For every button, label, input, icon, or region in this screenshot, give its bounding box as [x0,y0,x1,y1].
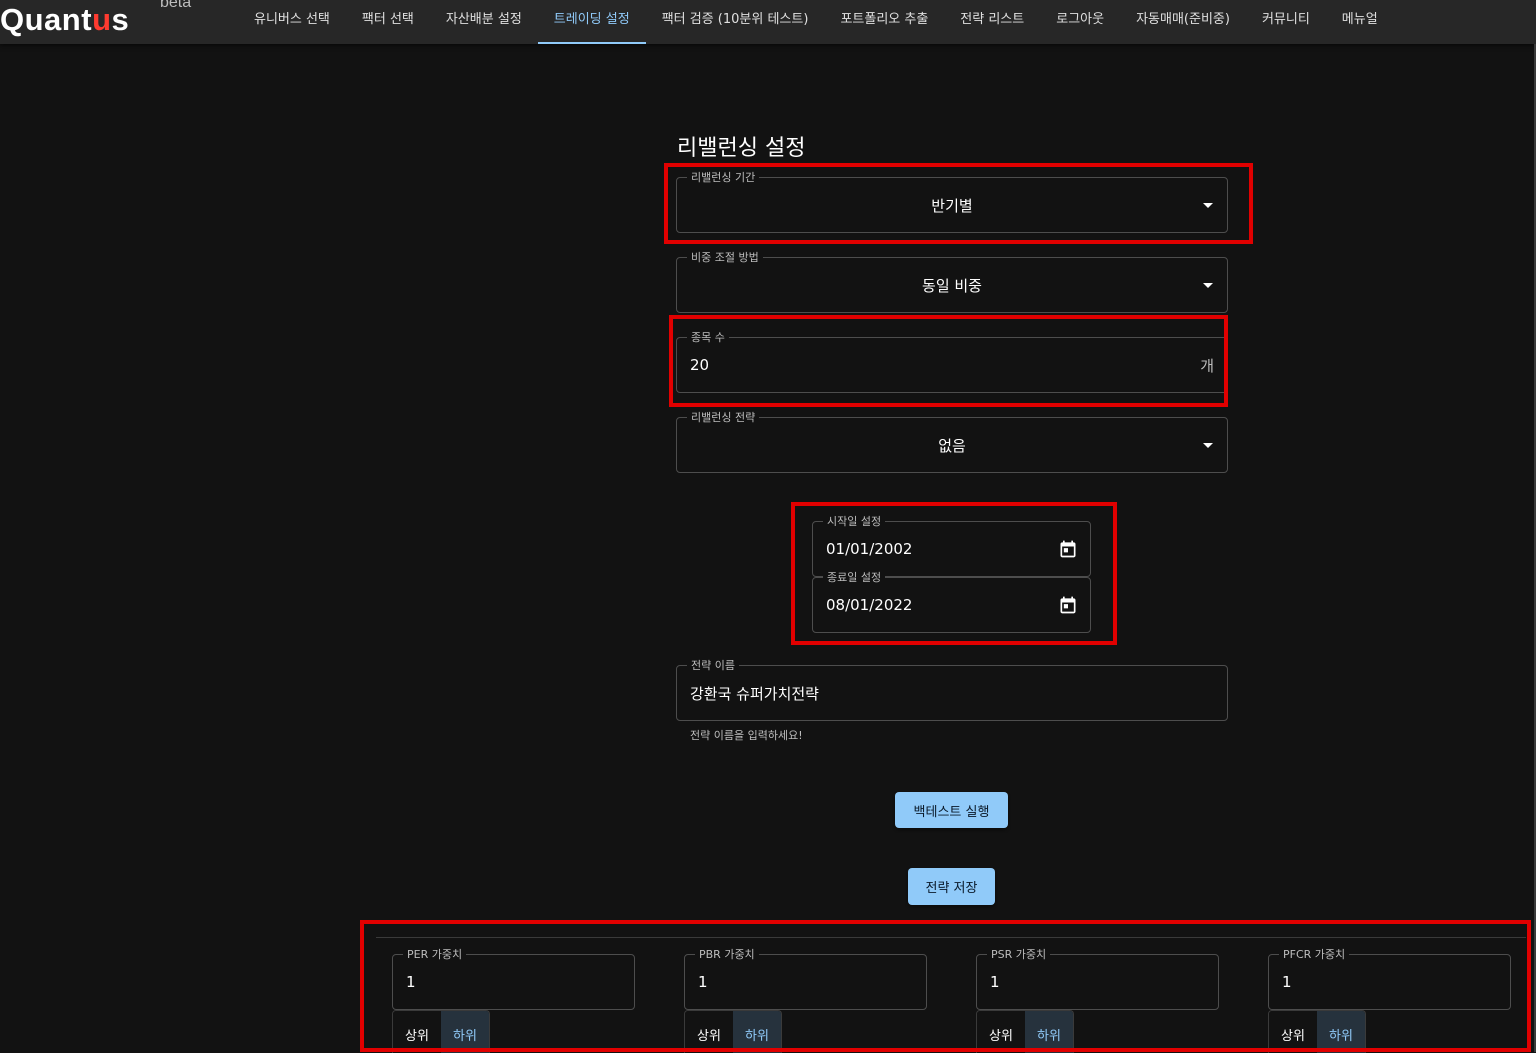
nav-auto-trading[interactable]: 자동매매(준비중) [1120,0,1246,42]
nav-portfolio[interactable]: 포트폴리오 추출 [824,0,944,42]
chevron-down-icon [1203,443,1213,448]
end-date-picker[interactable]: 종료일 설정 08/01/2022 [812,569,1091,633]
nav-strategy-list[interactable]: 전략 리스트 [944,0,1040,42]
input-value: 강환국 슈퍼가치전략 [690,684,819,703]
calendar-icon[interactable] [1058,539,1078,559]
input-value: 20 [690,356,710,374]
toggle-lower[interactable]: 하위 [441,1011,489,1053]
weight-method-select[interactable]: 비중 조절 방법 동일 비중 [676,249,1228,313]
nav-universe[interactable]: 유니버스 선택 [238,0,346,42]
quantus-logo[interactable]: Quantus beta [0,0,210,44]
input-value: 1 [990,973,1000,991]
run-backtest-button[interactable]: 백테스트 실행 [895,792,1008,828]
nav-community[interactable]: 커뮤니티 [1246,0,1326,42]
pfcr-weight-input[interactable]: PFCR 가중치 1 [1268,946,1511,1010]
nav-trading-settings[interactable]: 트레이딩 설정 [537,0,646,44]
pbr-weight-input[interactable]: PBR 가중치 1 [684,946,927,1010]
toggle-lower[interactable]: 하위 [1317,1011,1365,1053]
per-weight-input[interactable]: PER 가중치 1 [392,946,635,1010]
toggle-upper[interactable]: 상위 [1269,1011,1317,1053]
nav-factor[interactable]: 팩터 선택 [346,0,430,42]
divider [376,937,1526,938]
nav-logout[interactable]: 로그아웃 [1040,0,1120,42]
num-stocks-input[interactable]: 종목 수 20 개 [676,329,1228,393]
rebalance-period-select[interactable]: 리밸런싱 기간 반기별 [676,169,1228,233]
psr-weight-input[interactable]: PSR 가중치 1 [976,946,1219,1010]
calendar-icon[interactable] [1058,595,1078,615]
select-value: 반기별 [931,196,973,215]
nav-factor-test[interactable]: 팩터 검증 (10분위 테스트) [646,0,825,42]
select-value: 없음 [938,436,966,455]
main-nav: 유니버스 선택 팩터 선택 자산배분 설정 트레이딩 설정 팩터 검증 (10분… [238,0,1394,44]
helper-text: 전략 이름을 입력하세요! [690,729,803,742]
nav-manual[interactable]: 메뉴얼 [1326,0,1394,42]
date-value: 01/01/2002 [826,540,913,558]
pbr-direction-toggle: 상위 하위 [684,1010,782,1053]
input-value: 1 [406,973,416,991]
date-value: 08/01/2022 [826,596,913,614]
nav-asset-allocation[interactable]: 자산배분 설정 [430,0,538,42]
rebalance-strategy-select[interactable]: 리밸런싱 전략 없음 [676,409,1228,473]
chevron-down-icon [1203,283,1213,288]
chevron-down-icon [1203,203,1213,208]
toggle-lower[interactable]: 하위 [1025,1011,1073,1053]
input-value: 1 [1282,973,1292,991]
toggle-upper[interactable]: 상위 [393,1011,441,1053]
toggle-lower[interactable]: 하위 [733,1011,781,1053]
input-value: 1 [698,973,708,991]
per-direction-toggle: 상위 하위 [392,1010,490,1053]
save-strategy-button[interactable]: 전략 저장 [908,868,995,905]
logo-text: Quantus [0,2,130,37]
toggle-upper[interactable]: 상위 [685,1011,733,1053]
unit-suffix: 개 [1200,356,1214,375]
strategy-name-input[interactable]: 전략 이름 강환국 슈퍼가치전략 [676,657,1228,721]
page-title: 리밸런싱 설정 [677,136,806,161]
top-app-bar: Quantus beta 유니버스 선택 팩터 선택 자산배분 설정 트레이딩 … [0,0,1536,44]
psr-direction-toggle: 상위 하위 [976,1010,1074,1053]
select-value: 동일 비중 [922,276,982,295]
toggle-upper[interactable]: 상위 [977,1011,1025,1053]
beta-badge: beta [160,0,192,11]
pfcr-direction-toggle: 상위 하위 [1268,1010,1366,1053]
